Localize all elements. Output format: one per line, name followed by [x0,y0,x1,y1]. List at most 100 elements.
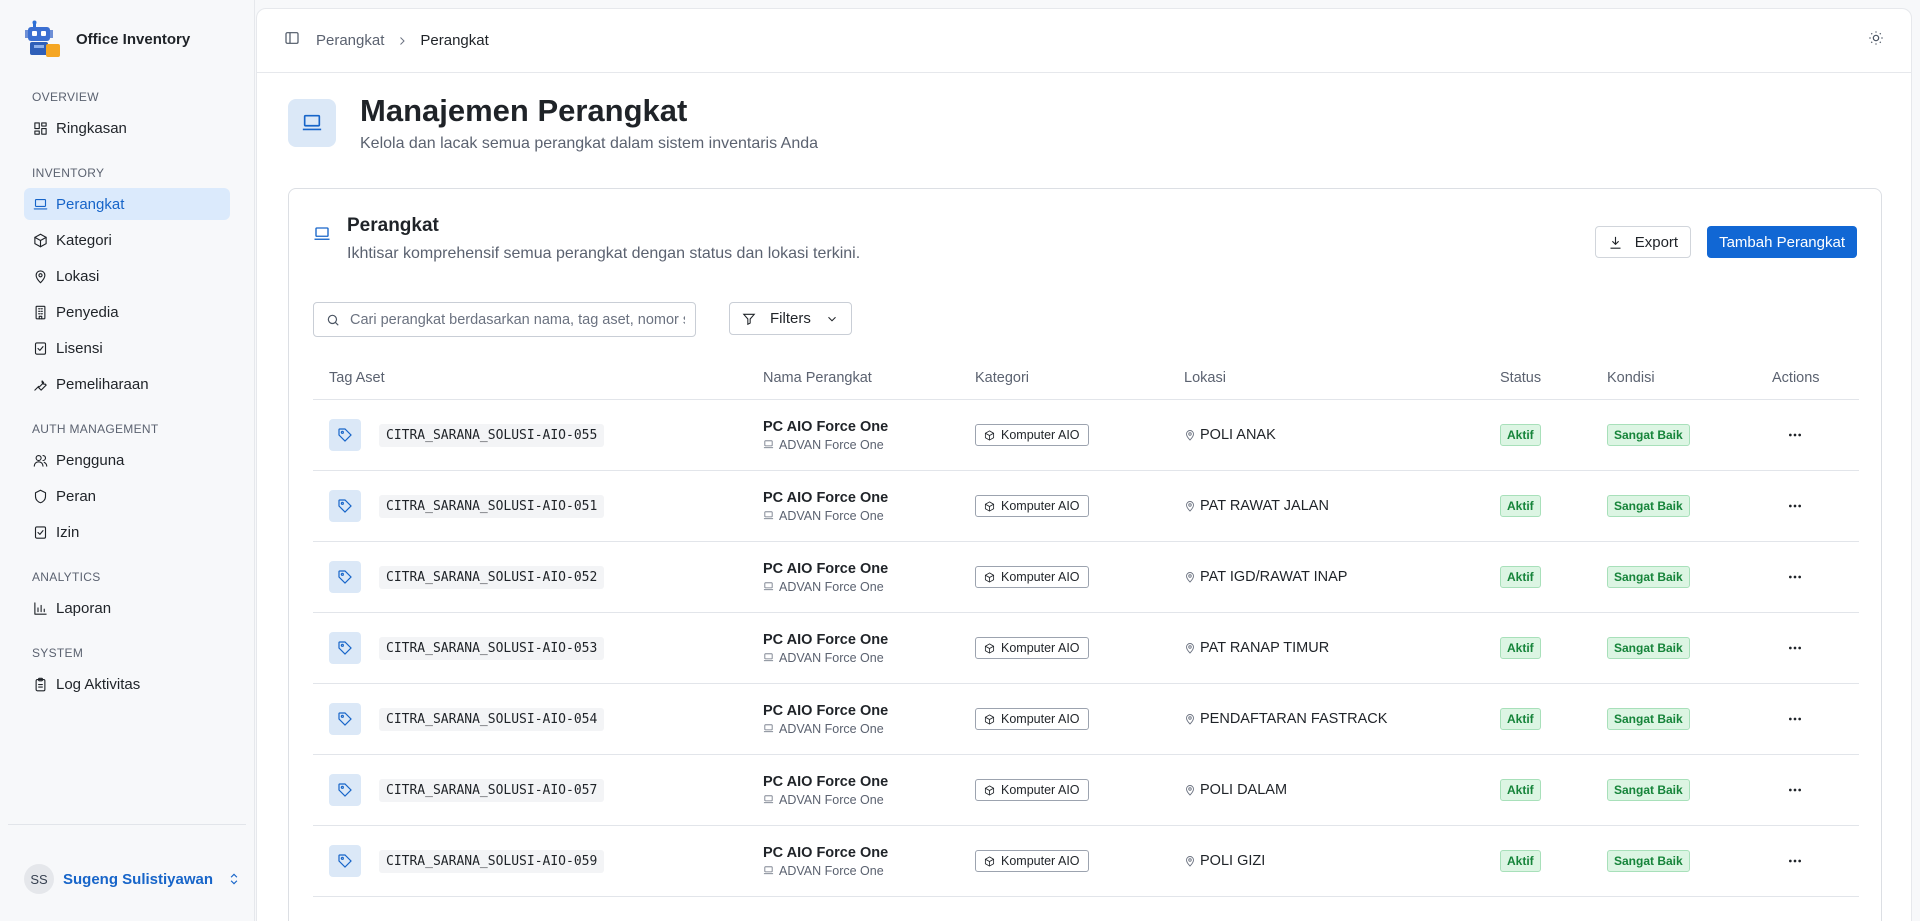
table-row[interactable]: CITRA_SARANA_SOLUSI-AIO-053 PC AIO Force… [313,613,1859,684]
cell-name: PC AIO Force One ADVAN Force One [763,774,975,807]
device-name: PC AIO Force One [763,489,889,506]
device-model-text: ADVAN Force One [779,650,884,665]
sidebar-item-label: Lisensi [56,339,103,357]
table-row[interactable]: CITRA_SARANA_SOLUSI-AIO-052 PC AIO Force… [313,542,1859,613]
cell-status: Aktif [1500,637,1607,659]
device-name: PC AIO Force One [763,773,889,790]
cell-actions [1772,706,1859,732]
users-icon [32,452,48,468]
laptop-icon [288,99,336,147]
cell-actions [1772,493,1859,519]
device-model: ADVAN Force One [763,864,975,878]
table-row[interactable]: CITRA_SARANA_SOLUSI-AIO-057 PC AIO Force… [313,755,1859,826]
user-menu[interactable]: SS Sugeng Sulistiyawan [24,864,241,894]
sidebar-item-peran[interactable]: Peran [24,480,230,512]
category-badge: Komputer AIO [975,637,1089,659]
more-actions-icon[interactable] [1782,564,1808,590]
location-text: POLI GIZI [1200,853,1266,869]
asset-tag: CITRA_SARANA_SOLUSI-AIO-052 [379,565,605,589]
more-actions-icon[interactable] [1782,777,1808,803]
location: PAT RAWAT JALAN [1184,498,1500,514]
filters-label: Filters [770,310,811,327]
col-header-location[interactable]: Lokasi [1184,370,1500,386]
cell-tag: CITRA_SARANA_SOLUSI-AIO-057 [313,774,763,806]
sidebar-item-penyedia[interactable]: Penyedia [24,296,230,328]
sidebar-item-laporan[interactable]: Laporan [24,592,230,624]
app-title: Office Inventory [76,30,191,48]
sidebar-divider [8,824,246,825]
sidebar-toggle-icon[interactable] [284,30,300,51]
device-name: PC AIO Force One [763,560,889,577]
cell-location: POLI DALAM [1184,782,1500,798]
sidebar-nav: OVERVIEW Ringkasan INVENTORY Perangkat K… [0,90,254,700]
more-actions-icon[interactable] [1782,635,1808,661]
asset-tag: CITRA_SARANA_SOLUSI-AIO-051 [379,494,605,518]
more-actions-icon[interactable] [1782,422,1808,448]
cell-condition: Sangat Baik [1607,708,1772,730]
cell-tag: CITRA_SARANA_SOLUSI-AIO-052 [313,561,763,593]
sidebar-item-pengguna[interactable]: Pengguna [24,444,230,476]
table-row[interactable]: CITRA_SARANA_SOLUSI-AIO-054 PC AIO Force… [313,684,1859,755]
search-input[interactable] [350,311,685,328]
more-actions-icon[interactable] [1782,848,1808,874]
col-header-tag[interactable]: Tag Aset [313,370,763,386]
breadcrumb-parent[interactable]: Perangkat [316,32,384,49]
table-body: CITRA_SARANA_SOLUSI-AIO-055 PC AIO Force… [313,400,1859,897]
table-row[interactable]: CITRA_SARANA_SOLUSI-AIO-051 PC AIO Force… [313,471,1859,542]
location-text: POLI DALAM [1200,782,1288,798]
dashboard-icon [32,120,48,136]
asset-tag: CITRA_SARANA_SOLUSI-AIO-057 [379,778,605,802]
nav-section-overview: OVERVIEW [32,90,99,104]
cell-location: PAT RAWAT JALAN [1184,498,1500,514]
wrench-icon [32,376,48,392]
nav-section-system: SYSTEM [32,646,84,660]
sidebar-item-ringkasan[interactable]: Ringkasan [24,112,230,144]
sidebar-item-izin[interactable]: Izin [24,516,230,548]
col-header-status[interactable]: Status [1500,370,1607,386]
export-button[interactable]: Export [1594,226,1692,258]
more-actions-icon[interactable] [1782,706,1808,732]
col-header-condition[interactable]: Kondisi [1607,370,1772,386]
tag-icon [329,703,361,735]
device-model: ADVAN Force One [763,651,975,665]
category-text: Komputer AIO [1001,712,1080,726]
sidebar-item-lisensi[interactable]: Lisensi [24,332,230,364]
cell-status: Aktif [1500,566,1607,588]
cell-condition: Sangat Baik [1607,850,1772,872]
cell-name: PC AIO Force One ADVAN Force One [763,490,975,523]
table-row[interactable]: CITRA_SARANA_SOLUSI-AIO-059 PC AIO Force… [313,826,1859,897]
cell-location: PENDAFTARAN FASTRACK [1184,711,1500,727]
condition-badge: Sangat Baik [1607,850,1690,872]
filters-button[interactable]: Filters [729,302,852,335]
table-row[interactable]: CITRA_SARANA_SOLUSI-AIO-055 PC AIO Force… [313,400,1859,471]
category-badge: Komputer AIO [975,424,1089,446]
sidebar-item-pemeliharaan[interactable]: Pemeliharaan [24,368,230,400]
cell-category: Komputer AIO [975,566,1184,588]
theme-toggle-sun-icon[interactable] [1868,30,1884,51]
building-icon [32,304,48,320]
col-header-category[interactable]: Kategori [975,370,1184,386]
robot-logo-icon [25,20,60,57]
add-device-button[interactable]: Tambah Perangkat [1707,226,1857,258]
map-pin-icon [1186,501,1194,512]
card-header: Perangkat Ikhtisar komprehensif semua pe… [313,215,860,263]
cell-category: Komputer AIO [975,424,1184,446]
cell-location: PAT IGD/RAWAT INAP [1184,569,1500,585]
location-text: PAT RAWAT JALAN [1200,498,1329,514]
sidebar-item-kategori[interactable]: Kategori [24,224,230,256]
brand[interactable]: Office Inventory [0,0,254,78]
package-icon [984,429,995,441]
asset-tag: CITRA_SARANA_SOLUSI-AIO-055 [379,423,605,447]
breadcrumb: Perangkat Perangkat [316,32,489,49]
more-actions-icon[interactable] [1782,493,1808,519]
sidebar-item-lokasi[interactable]: Lokasi [24,260,230,292]
sidebar: Office Inventory OVERVIEW Ringkasan INVE… [0,0,255,921]
table-header: Tag Aset Nama Perangkat Kategori Lokasi … [313,357,1859,400]
package-icon [984,571,995,583]
col-header-name[interactable]: Nama Perangkat [763,370,975,386]
cell-category: Komputer AIO [975,779,1184,801]
devices-table: Tag Aset Nama Perangkat Kategori Lokasi … [313,357,1859,897]
sidebar-item-perangkat[interactable]: Perangkat [24,188,230,220]
sidebar-item-log-aktivitas[interactable]: Log Aktivitas [24,668,230,700]
cell-status: Aktif [1500,495,1607,517]
